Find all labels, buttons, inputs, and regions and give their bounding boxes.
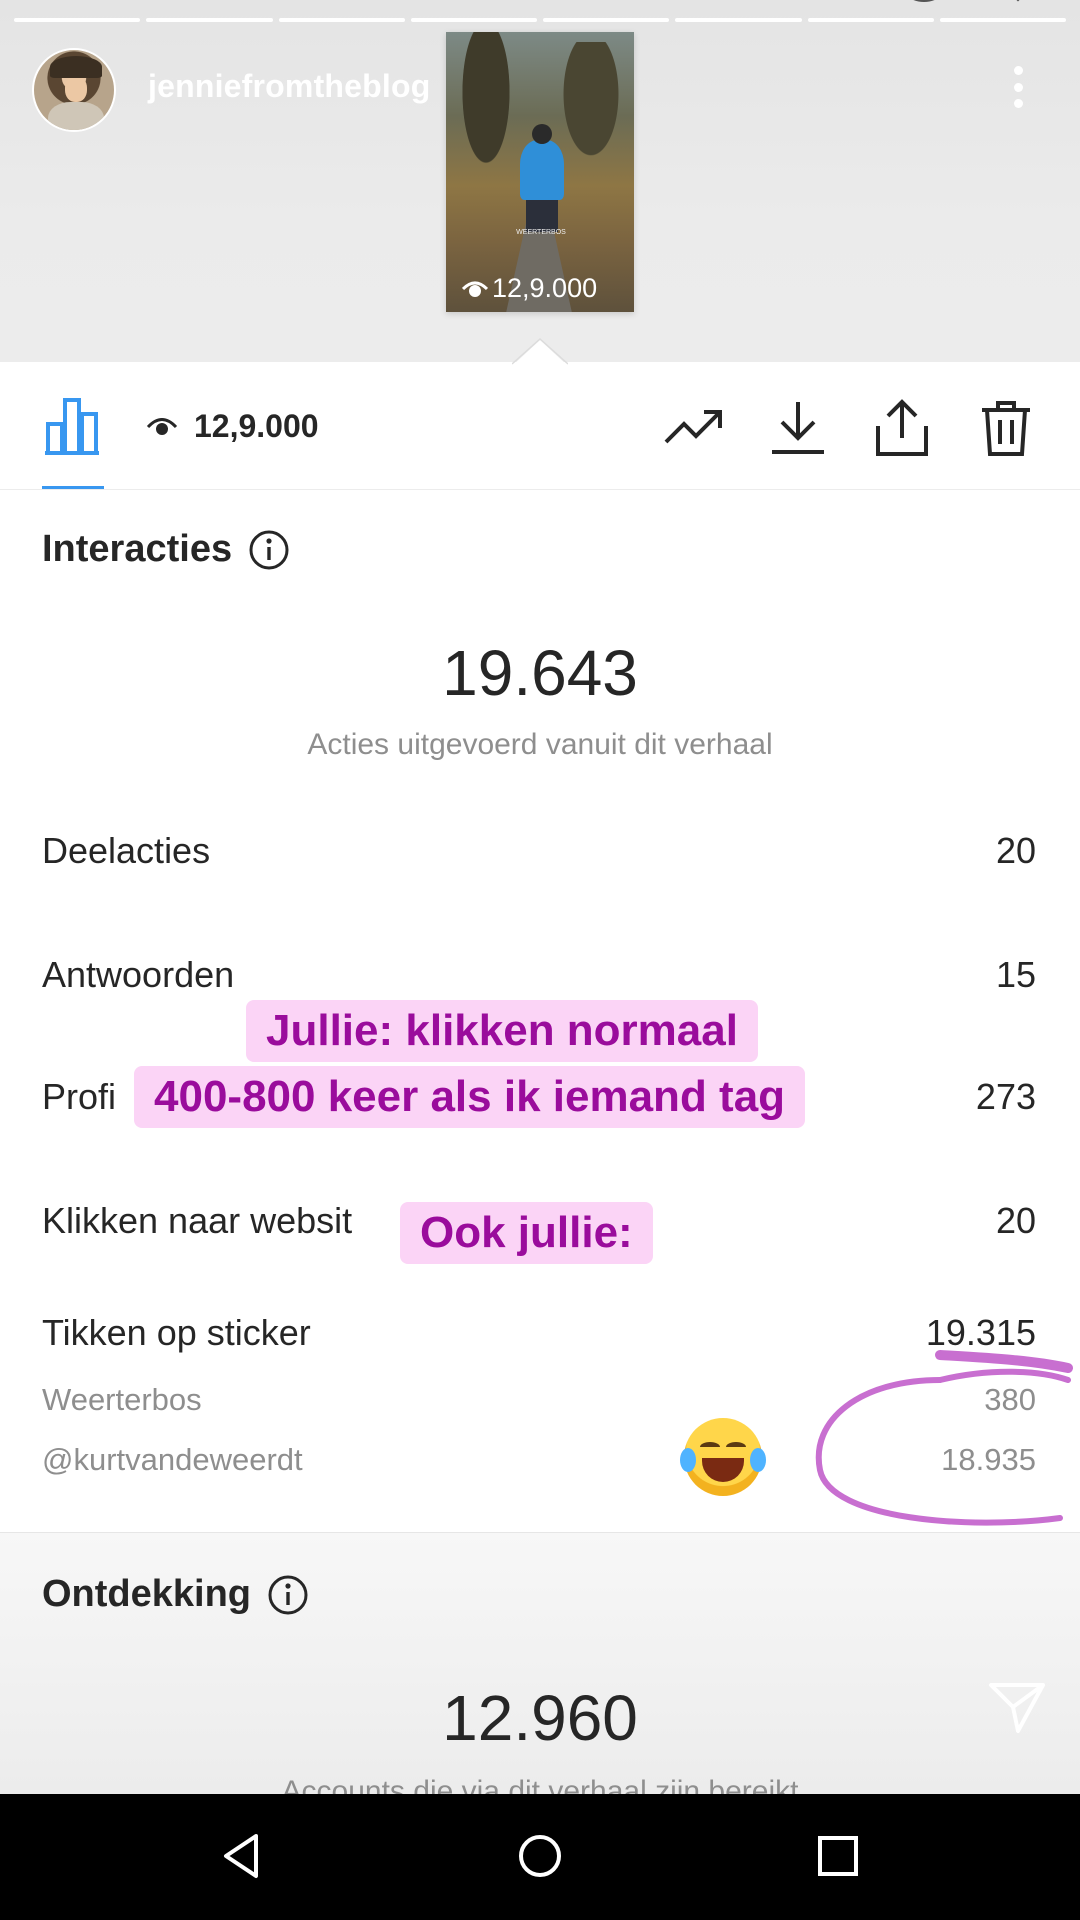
thumbnail-caption: WEERTERBOS <box>516 229 566 236</box>
camera-icon[interactable] <box>30 0 96 30</box>
interactions-caption: Acties uitgevoerd vanuit dit verhaal <box>307 728 773 761</box>
close-icon[interactable] <box>990 0 1046 26</box>
recent-apps-icon[interactable] <box>808 1826 868 1886</box>
selection-notch <box>512 338 568 366</box>
discovery-section: Ontdekking 12.960 Accounts die via dit v… <box>0 1532 1080 1808</box>
avatar[interactable] <box>32 48 116 132</box>
bar-chart-icon[interactable] <box>42 396 102 456</box>
overlay-text-line3: Ook jullie: <box>400 1202 653 1264</box>
send-icon[interactable] <box>988 1681 1046 1735</box>
story-thumbnail[interactable]: WEERTERBOS 12,9.000 <box>446 32 634 312</box>
download-icon[interactable] <box>768 398 828 458</box>
eye-icon <box>146 417 178 435</box>
back-icon[interactable] <box>212 1826 272 1886</box>
info-icon[interactable] <box>267 1574 309 1616</box>
discovery-title: Ontdekking <box>42 1573 309 1616</box>
username[interactable]: jenniefromtheblog <box>148 68 431 105</box>
save-icon[interactable] <box>892 0 956 30</box>
interactions-total: 19.643 <box>442 637 638 709</box>
trend-icon[interactable] <box>664 398 724 458</box>
laughing-emoji-icon <box>680 1418 766 1496</box>
hand-drawn-circle <box>815 1350 1073 1526</box>
story-header: jenniefromtheblog 3u WEERTERBOS 12,9.000 <box>0 0 1080 362</box>
interactions-title: Interacties <box>42 528 290 571</box>
android-navigation-bar <box>0 1794 1080 1920</box>
active-tab-indicator <box>42 486 104 489</box>
list-item: Antwoorden 15 <box>42 954 1036 995</box>
trash-icon[interactable] <box>976 398 1036 458</box>
overlay-text-line2: 400-800 keer als ik iemand tag <box>134 1066 806 1128</box>
eye-icon <box>462 281 488 297</box>
info-icon[interactable] <box>248 529 290 571</box>
more-options-icon[interactable] <box>1012 66 1024 108</box>
discovery-total: 12.960 <box>442 1682 638 1754</box>
insights-toolbar: 12,9.000 <box>0 362 1080 490</box>
list-item: Deelacties 20 <box>42 830 1036 871</box>
thumbnail-view-count: 12,9.000 <box>462 273 597 304</box>
home-icon[interactable] <box>510 1826 570 1886</box>
overlay-text-line1: Jullie: klikken normaal <box>246 1000 758 1062</box>
share-icon[interactable] <box>872 398 932 458</box>
view-count: 12,9.000 <box>146 408 319 445</box>
